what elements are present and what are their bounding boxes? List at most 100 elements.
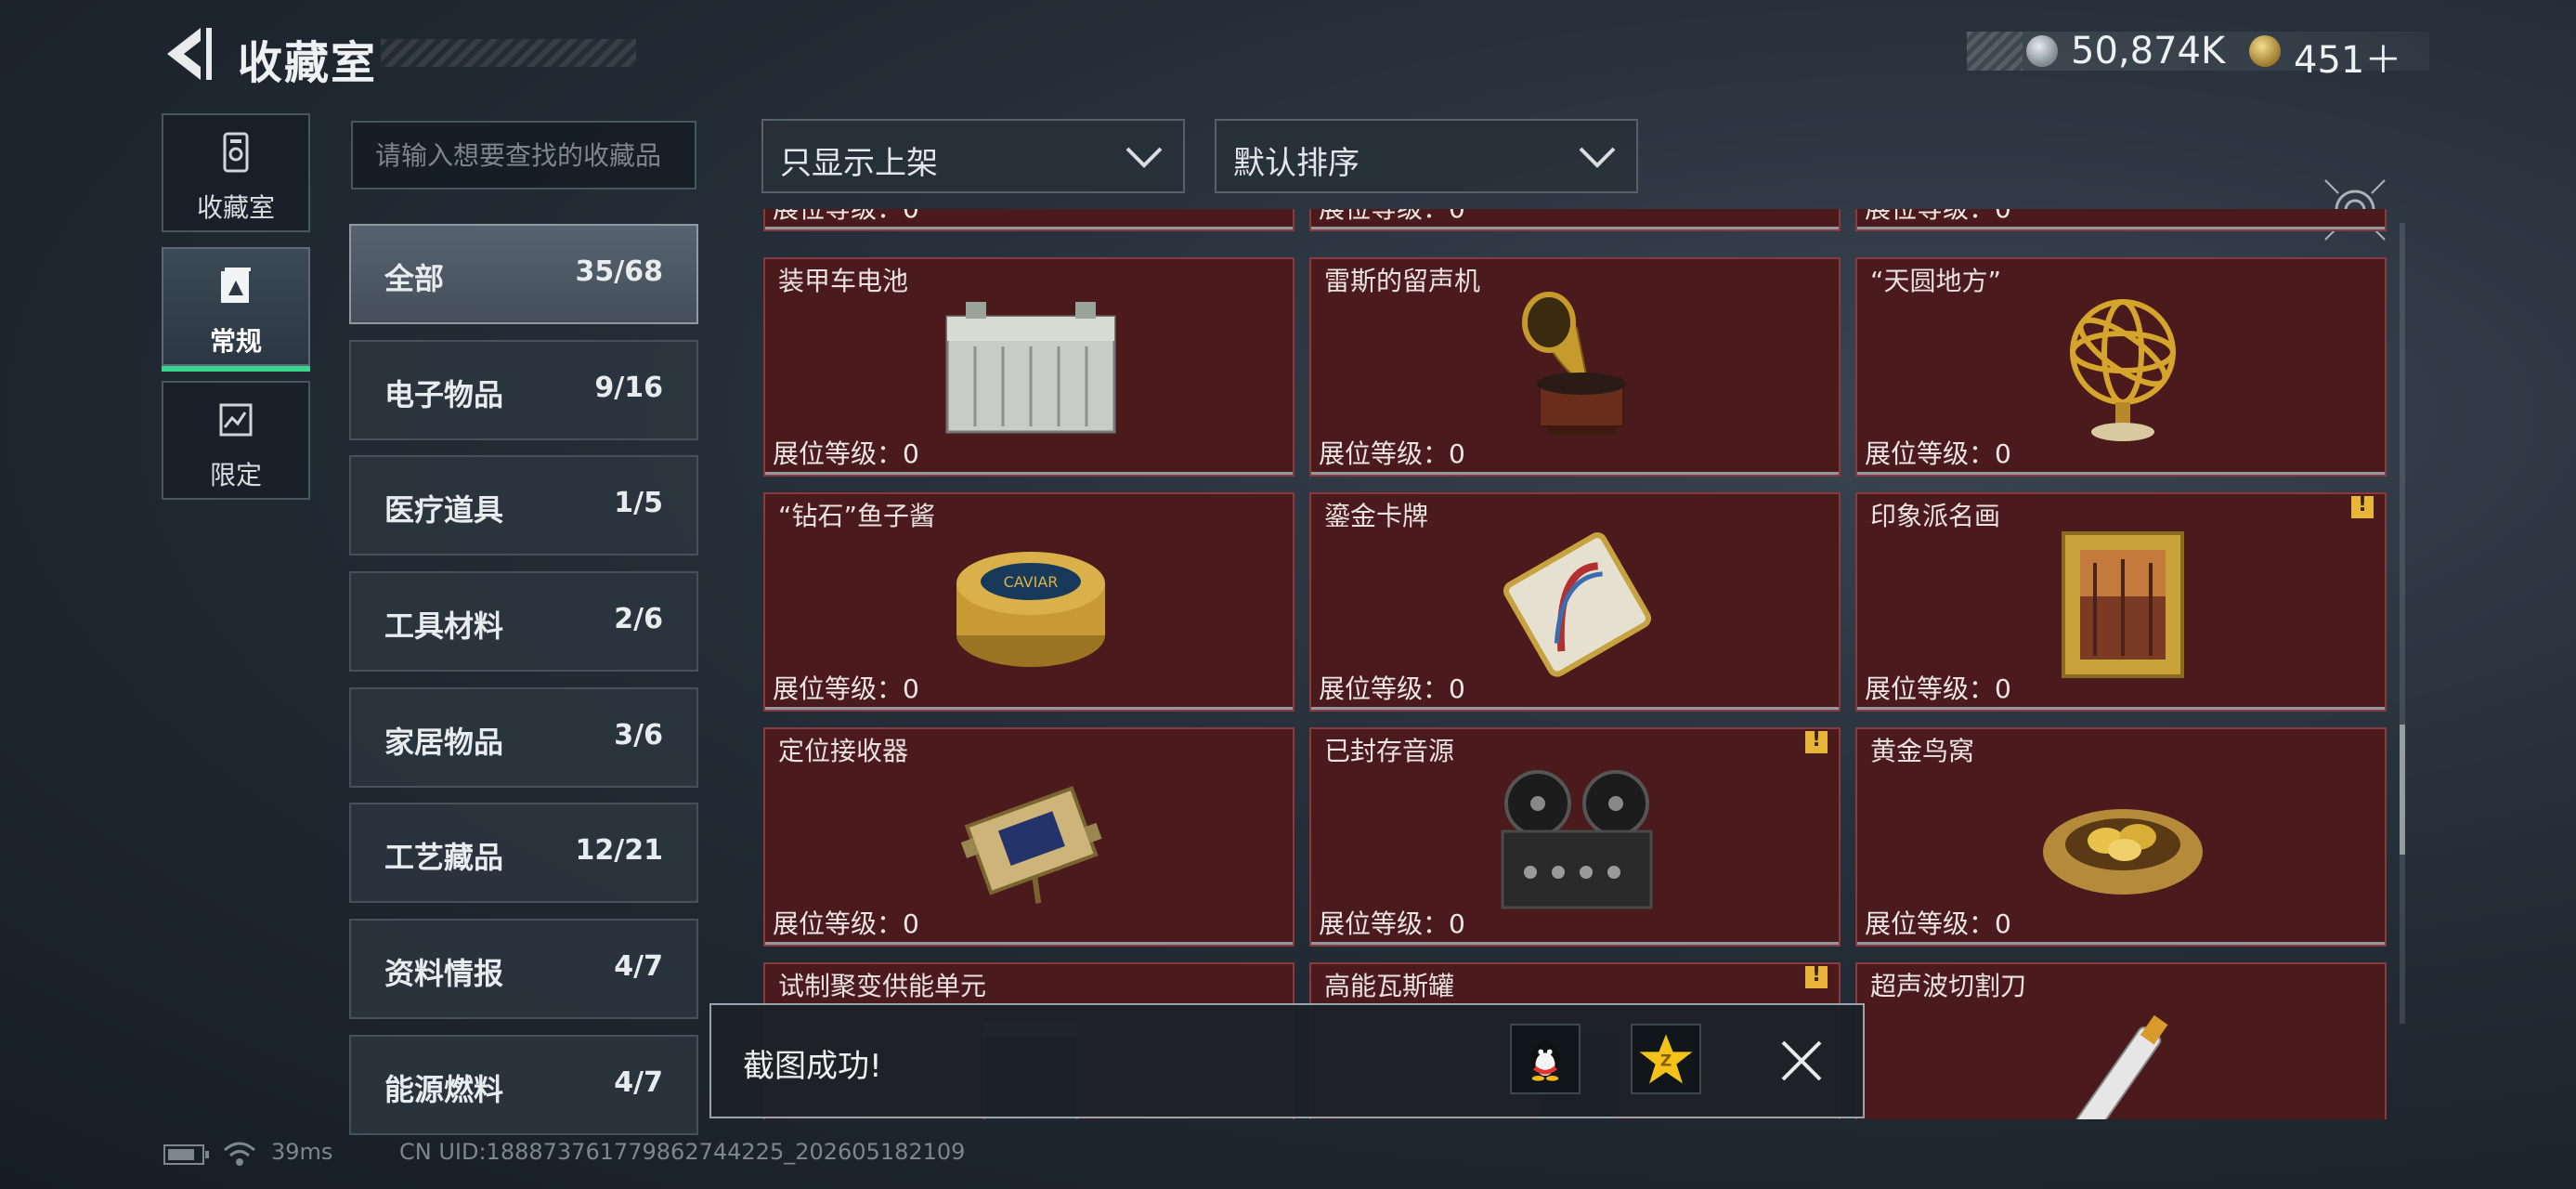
battery-icon: [163, 1144, 209, 1165]
alert-badge: !: [2351, 493, 2374, 518]
item-name: 已封存音源: [1324, 736, 1455, 766]
currency-bar: 50,874K 451＋: [1967, 30, 2429, 82]
nav-limited[interactable]: 限定: [162, 381, 310, 500]
item-level: 展位等级：0: [1865, 209, 2011, 226]
item-name: 鎏金卡牌: [1324, 501, 1429, 531]
phonograph-icon: [1522, 292, 1626, 436]
item-level: 展位等级：0: [1865, 673, 2011, 704]
category-count: 35/68: [575, 255, 663, 288]
regular-icon: [221, 268, 251, 303]
alert-mark: !: [2357, 493, 2368, 516]
category-household[interactable]: 家居物品 3/6: [349, 687, 698, 788]
scrollbar-track[interactable]: [2400, 223, 2405, 1024]
chevron-down-icon: [1579, 147, 1616, 168]
item-level: 展位等级：0: [1319, 438, 1465, 469]
chevron-down-icon: [1125, 147, 1163, 168]
caviar-tin-icon: CAVIAR: [956, 552, 1105, 667]
category-crafts[interactable]: 工艺藏品 12/21: [349, 803, 698, 903]
limited-icon: [219, 403, 253, 437]
item-card-phonograph[interactable]: 雷斯的留声机 展位等级：0: [1309, 257, 1841, 477]
armillary-sphere-icon: [2070, 299, 2176, 441]
item-name: 黄金鸟窝: [1870, 736, 1975, 766]
item-card-gilded-card[interactable]: 鎏金卡牌 展位等级：0: [1309, 492, 1841, 712]
category-energy[interactable]: 能源燃料 4/7: [349, 1035, 698, 1135]
item-card[interactable]: 展位等级：0: [1855, 209, 2387, 231]
filter-dropdown[interactable]: 只显示上架: [761, 119, 1185, 193]
share-qq-button[interactable]: [1510, 1024, 1581, 1094]
network-latency: 39ms: [271, 1139, 333, 1165]
category-name: 工艺藏品: [384, 840, 504, 875]
share-qzone-button[interactable]: Z: [1631, 1024, 1701, 1094]
framed-painting-icon: [2062, 531, 2184, 678]
item-level: 展位等级：0: [773, 438, 919, 469]
gold-currency-value[interactable]: 451＋: [2294, 30, 2401, 84]
filter-dropdown-value: 只显示上架: [780, 145, 938, 182]
category-count: 1/5: [614, 487, 663, 519]
item-level: 展位等级：0: [1319, 209, 1465, 226]
item-card-impressionist-painting[interactable]: 印象派名画 ! 展位等级：0: [1855, 492, 2387, 712]
category-electronics[interactable]: 电子物品 9/16: [349, 340, 698, 440]
nav-label: 常规: [209, 326, 262, 357]
category-name: 家居物品: [384, 725, 504, 760]
qq-penguin-icon: [1530, 1041, 1560, 1081]
category-count: 9/16: [594, 372, 663, 404]
category-name: 能源燃料: [384, 1072, 504, 1107]
item-name: 定位接收器: [778, 736, 909, 766]
item-name: 超声波切割刀: [1870, 971, 2027, 1001]
item-name: 印象派名画: [1870, 501, 2001, 531]
item-card[interactable]: 展位等级：0: [763, 209, 1295, 231]
title-decoration: [381, 39, 636, 67]
sort-dropdown[interactable]: 默认排序: [1215, 119, 1638, 193]
category-tools[interactable]: 工具材料 2/6: [349, 571, 698, 672]
category-name: 医疗道具: [384, 492, 504, 528]
category-name: 工具材料: [384, 608, 504, 644]
category-count: 3/6: [614, 719, 663, 751]
category-intel[interactable]: 资料情报 4/7: [349, 919, 698, 1019]
item-level: 展位等级：0: [1865, 908, 2011, 939]
category-all[interactable]: 全部 35/68: [349, 224, 698, 324]
category-name: 资料情报: [384, 956, 504, 991]
search-box[interactable]: [351, 121, 696, 189]
ultrasonic-knife-icon: [2075, 1014, 2168, 1119]
nav-label: 收藏室: [196, 192, 275, 223]
item-card-locator-receiver[interactable]: 定位接收器 展位等级：0: [763, 727, 1295, 947]
category-name: 电子物品: [384, 377, 504, 412]
category-count: 4/7: [614, 950, 663, 983]
category-medical[interactable]: 医疗道具 1/5: [349, 455, 698, 555]
item-name: 雷斯的留声机: [1324, 266, 1481, 296]
nav-collection-room[interactable]: 收藏室: [162, 113, 310, 232]
item-level: 展位等级：0: [773, 673, 919, 704]
page-title: 收藏室: [238, 37, 378, 89]
alert-badge: !: [1805, 728, 1828, 753]
item-card-armillary-sphere[interactable]: “天圆地方” 展位等级：0: [1855, 257, 2387, 477]
scrollbar-thumb[interactable]: [2400, 725, 2405, 855]
back-arrow-icon[interactable]: [160, 24, 215, 84]
search-input[interactable]: [353, 123, 695, 188]
item-level: 展位等级：0: [1319, 908, 1465, 939]
item-level: 展位等级：0: [773, 209, 919, 226]
item-level: 展位等级：0: [773, 908, 919, 939]
user-uid: CN UID:18887376177986274422​5_2026051821…: [399, 1139, 966, 1165]
alert-mark: !: [1811, 963, 1822, 986]
sort-dropdown-value: 默认排序: [1233, 145, 1360, 182]
screenshot-toast: 截图成功! Z: [709, 1003, 1865, 1118]
item-card-sealed-audio[interactable]: 已封存音源 ! 展位等级：0: [1309, 727, 1841, 947]
toast-message: 截图成功!: [743, 1048, 882, 1085]
active-indicator: [162, 366, 310, 372]
item-card-caviar[interactable]: “钻石”鱼子酱 CAVIAR 展位等级：0: [763, 492, 1295, 712]
golden-nest-icon: [2043, 809, 2203, 895]
currency-stripe: [1967, 32, 2023, 71]
collection-grid[interactable]: 展位等级：0 展位等级：0 展位等级：0 装甲车电池 展位等级：0 雷斯的留声机…: [760, 209, 2396, 1119]
svg-text:CAVIAR: CAVIAR: [1004, 573, 1059, 591]
item-name: 高能瓦斯罐: [1324, 971, 1455, 1001]
nav-label: 限定: [209, 460, 262, 490]
close-icon[interactable]: [1777, 1037, 1826, 1085]
alert-mark: !: [1811, 728, 1822, 751]
item-card-armored-battery[interactable]: 装甲车电池 展位等级：0: [763, 257, 1295, 477]
item-card-ultrasonic-cutter[interactable]: 超声波切割刀: [1855, 962, 2387, 1119]
item-card[interactable]: 展位等级：0: [1309, 209, 1841, 231]
alert-badge: !: [1805, 963, 1828, 988]
item-name: “钻石”鱼子酱: [778, 501, 936, 531]
nav-regular[interactable]: 常规: [162, 247, 310, 372]
item-card-golden-nest[interactable]: 黄金鸟窝 展位等级：0: [1855, 727, 2387, 947]
